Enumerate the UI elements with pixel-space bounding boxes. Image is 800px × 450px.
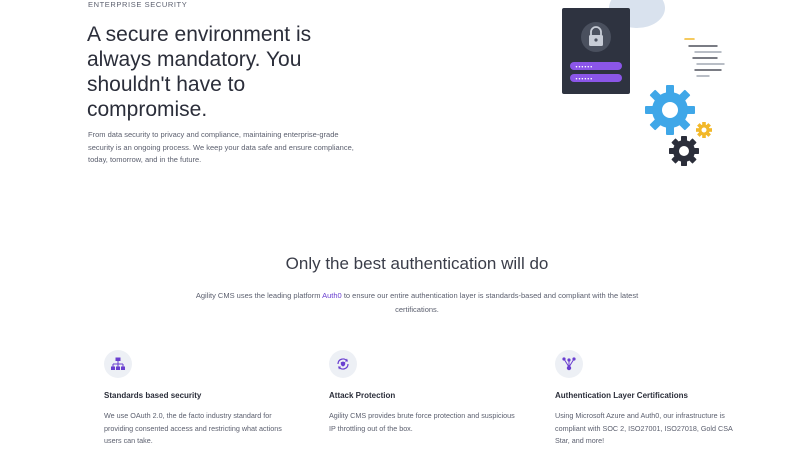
feature-description: Agility CMS provides brute force protect… [329,411,515,433]
auth-section-description: Agility CMS uses the leading platform Au… [195,289,639,316]
feature-title: Attack Protection [329,391,396,400]
shield-refresh-icon [329,350,357,378]
security-illustration-svg: •••••• •••••• [562,0,725,166]
hero-description: From data security to privacy and compli… [88,130,354,164]
gear-icon-blue [645,85,695,135]
hero-title: A secure environment is always mandatory… [87,23,312,121]
feature-attack-protection: Attack Protection Agility CMS provides b… [329,350,519,435]
auth-description-part-2: to ensure our entire authentication laye… [341,291,639,314]
security-illustration: •••••• •••••• [545,0,745,170]
auth-description-part-1: Agility CMS uses the leading platform [195,291,323,300]
feature-description: Using Microsoft Azure and Auth0, our inf… [555,411,733,445]
hero-eyebrow: ENTERPRISE SECURITY [88,0,188,9]
feature-title: Authentication Layer Certifications [555,391,688,400]
auth0-link[interactable]: Auth0 [322,291,342,300]
gear-icon-dark [669,136,699,166]
feature-title: Standards based security [104,391,202,400]
feature-standards-security: Standards based security We use OAuth 2.… [104,350,294,448]
password-mask-2: •••••• [575,76,593,82]
list-lines-icon [684,38,725,77]
page: ENTERPRISE SECURITY A secure environment… [0,0,800,450]
feature-auth-certifications: Authentication Layer Certifications Usin… [555,350,745,448]
network-icon [555,350,583,378]
sitemap-icon [104,350,132,378]
gear-icon-yellow [696,122,712,138]
password-mask-1: •••••• [575,64,593,70]
auth-section-title: Only the best authentication will do [285,254,549,273]
feature-description: We use OAuth 2.0, the de facto industry … [104,411,282,445]
